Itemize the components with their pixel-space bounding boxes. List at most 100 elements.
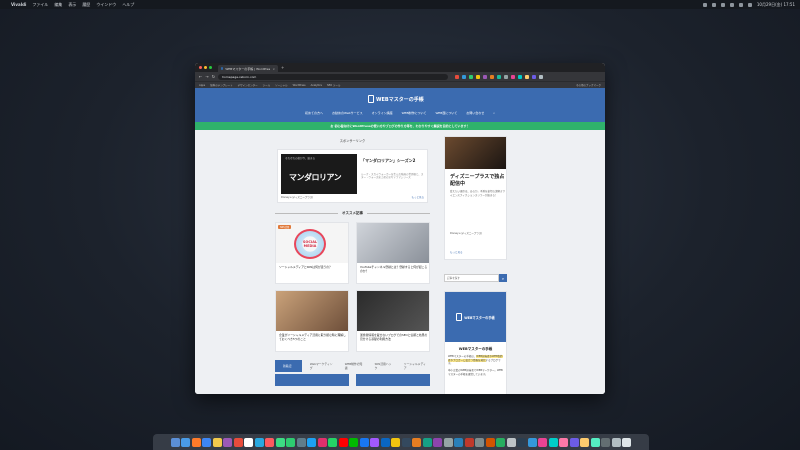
dock-app-icon[interactable] [359,437,369,447]
bookmark-item[interactable]: WordPress [293,84,306,87]
dock-app-icon[interactable] [254,437,264,447]
extension-icon[interactable] [497,74,502,79]
menu-help[interactable]: ヘルプ [122,2,134,8]
ad-more-link[interactable]: もっと見る [450,250,463,254]
ad-more-link[interactable]: もっと見る [411,195,424,199]
status-icon[interactable] [720,2,725,7]
minimize-window-button[interactable] [204,66,207,69]
article-thumbnail[interactable] [357,291,429,331]
tab-social-media[interactable]: ソーシャルメディア [402,362,430,370]
article-card[interactable]: 企業がソーシャルメディア活用に取り組む時に理解しておくべき5つのこと [275,290,349,352]
dock-app-icon[interactable] [422,437,432,447]
dock-app-icon[interactable] [611,437,621,447]
nav-item[interactable]: 初めての方へ [305,111,323,115]
search-input[interactable] [444,274,499,282]
nav-item[interactable]: オンライン講座 [372,111,393,115]
close-window-button[interactable] [199,66,202,69]
search-button[interactable]: ⌕ [499,274,507,282]
notice-banner[interactable]: お 初心者向けにWordPressの使い方やブログの作り方等を、わかりやすく解説… [195,122,605,130]
dock-app-icon[interactable] [622,437,632,447]
dock-app-icon[interactable] [233,437,243,447]
dock-app-icon[interactable] [412,437,422,447]
extension-icon[interactable] [490,74,495,79]
dock-app-icon[interactable] [170,437,180,447]
dock-app-icon[interactable] [496,437,506,447]
wifi-icon[interactable] [729,2,734,7]
menu-window[interactable]: ウインドウ [96,2,116,8]
bookmark-item[interactable]: その他のブックマーク [576,83,601,87]
ad-image[interactable]: それぞれの旅が今、始まる マンダロリアン [281,154,357,194]
dock-app-icon[interactable] [370,437,380,447]
nav-item[interactable]: WEB制作について [402,111,427,115]
search-icon[interactable]: ⌕ [493,111,495,115]
bookmark-item[interactable]: SEO ツール [327,83,340,87]
dock-app-icon[interactable] [265,437,275,447]
nav-item[interactable]: お問い合わせ [466,111,484,115]
dock-app-icon[interactable] [559,437,569,447]
dock-app-icon[interactable] [317,437,327,447]
dock-app-icon[interactable] [527,437,537,447]
close-tab-icon[interactable]: × [272,67,275,71]
sidebar-ad[interactable]: ディズニープラスで独占配信中 変えたい運命は、あるか。予測を裏切る謎解きサイエン… [444,136,507,260]
nav-item[interactable]: WEB歴について [435,111,457,115]
dock-app-icon[interactable] [223,437,233,447]
menubar-clock[interactable]: 10月29日(金) 17:51 [757,2,795,8]
dock-app-icon[interactable] [191,437,201,447]
dock-app-icon[interactable] [580,437,590,447]
bookmark-item[interactable]: 無料のテンプレート [210,83,232,87]
menu-file[interactable]: ファイル [32,2,48,8]
article-thumbnail[interactable] [276,291,348,331]
reload-icon[interactable]: ↻ [212,74,215,79]
dock-app-icon[interactable] [485,437,495,447]
sponsored-ad[interactable]: それぞれの旅が今、始まる マンダロリアン 「マンダロリアン」シーズン2 ルーク・… [277,149,428,203]
dock-app-icon[interactable] [517,437,527,447]
dock-app-icon[interactable] [328,437,338,447]
dock-app-icon[interactable] [601,437,611,447]
dock-app-icon[interactable] [538,437,548,447]
extension-icon[interactable] [469,74,474,79]
extension-icon[interactable] [462,74,467,79]
profile-avatar[interactable] [539,74,544,79]
app-menu[interactable]: Vivaldi [11,2,26,7]
dock-app-icon[interactable] [475,437,485,447]
bookmark-item[interactable]: ソーシャル [275,83,287,87]
tab-web-marketing[interactable]: Webマーケティング [308,362,337,370]
tab-web-knowledge[interactable]: WEB制作の知識 [343,362,367,370]
extension-icon[interactable] [455,74,460,79]
extension-icon[interactable] [511,74,516,79]
tab-sns-hack[interactable]: SNS活用ハック [373,362,396,370]
dock-app-icon[interactable] [464,437,474,447]
menu-edit[interactable]: 編集 [54,2,62,8]
article-thumbnail[interactable] [357,223,429,263]
dock-app-icon[interactable] [391,437,401,447]
category-badge[interactable]: SNS活用 [278,225,292,229]
browser-tab[interactable]: WEBマスターの手帳 | WordPressの使い方 × [218,65,278,72]
dock-app-icon[interactable] [338,437,348,447]
bookmark-item[interactable]: デザインセンター [238,83,258,87]
battery-icon[interactable] [738,2,743,7]
dock-app-icon[interactable] [401,437,411,447]
dock-app-icon[interactable] [307,437,317,447]
dock-app-icon[interactable] [590,437,600,447]
dock-app-icon[interactable] [286,437,296,447]
article-card[interactable] [356,374,430,386]
ad-image[interactable] [445,137,506,169]
back-icon[interactable]: ← [199,74,202,79]
menu-history[interactable]: 履歴 [82,2,90,8]
dock-app-icon[interactable] [181,437,191,447]
new-tab-icon[interactable]: + [281,65,284,70]
article-card[interactable]: YouTubeチャンネル登録とは？登録すると何が起こるのか？ [356,222,430,284]
article-title[interactable]: YouTubeチャンネル登録とは？登録すると何が起こるのか？ [360,265,428,274]
dock-app-icon[interactable] [296,437,306,447]
article-card[interactable]: SOCIAL MEDIA SNS活用 ソーシャルメディアとSNSは何が違うの？ [275,222,349,284]
bookmark-item[interactable]: ツール [263,83,271,87]
extension-icon[interactable] [476,74,481,79]
extension-icon[interactable] [504,74,509,79]
extension-icon[interactable] [483,74,488,79]
status-icon[interactable] [711,2,716,7]
dock-app-icon[interactable] [433,437,443,447]
forward-icon[interactable]: → [205,74,208,79]
dock-app-icon[interactable] [212,437,222,447]
status-icon[interactable] [702,2,707,7]
menu-view[interactable]: 表示 [68,2,76,8]
